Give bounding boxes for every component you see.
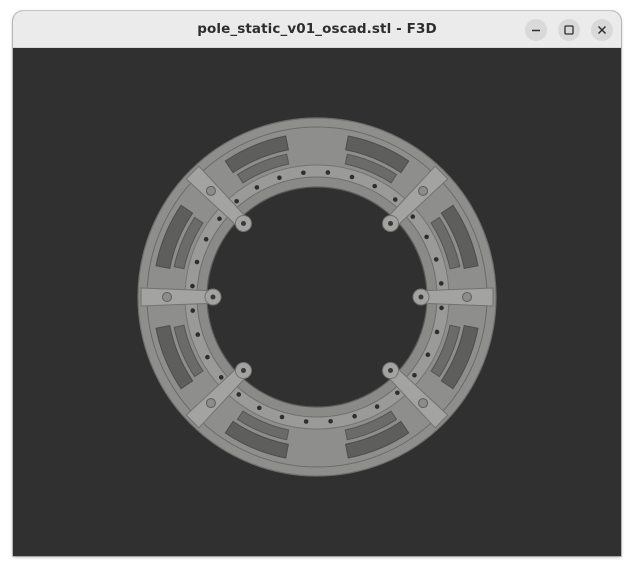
bolt-hole [328,418,333,424]
bolt-hole [325,170,331,175]
tab-hole [240,220,246,226]
tab-boss [162,292,172,302]
title-bar[interactable]: pole_static_v01_oscad.stl - F3D [13,11,621,48]
bolt-hole [195,332,201,337]
bolt-hole [217,216,222,222]
tab-boss [205,185,216,196]
stl-model-render [137,117,497,477]
bolt-hole [352,413,357,419]
app-window: pole_static_v01_oscad.stl - F3D [13,11,621,556]
bolt-hole [234,198,239,204]
bolt-hole [433,257,439,262]
bolt-hole [410,214,416,219]
tab-boss [418,185,429,196]
bolt-hole [349,174,355,180]
bolt-hole [190,308,196,313]
bolt-hole [205,354,210,360]
maximize-icon [564,25,574,35]
bolt-hole [254,185,260,190]
bolt-hole [395,390,400,396]
bolt-hole [236,392,242,397]
bolt-hole [439,305,444,311]
bolt-hole [424,234,429,240]
tab-hole [388,220,394,226]
bolt-hole [256,405,262,411]
bolt-hole [279,414,285,420]
bolt-hole [372,183,378,189]
bolt-hole [190,283,195,289]
bolt-hole [218,375,224,380]
mounting-tab [420,287,494,307]
minimize-icon [532,29,540,32]
tab-boss [462,292,472,302]
close-icon [598,26,606,34]
tab-hole [388,368,394,374]
tab-hole [240,368,246,374]
bolt-hole [374,404,380,409]
maximize-button[interactable] [558,19,580,41]
bolt-hole [438,281,444,286]
tab-hole [418,294,424,300]
tab-boss [205,398,216,409]
bolt-hole [412,372,417,378]
bolt-hole [194,259,200,265]
bolt-hole [425,352,431,358]
mounting-tab [140,287,214,307]
3d-viewport[interactable] [13,48,621,556]
bolt-hole [277,175,282,181]
minimize-button[interactable] [525,19,547,41]
bolt-hole [303,419,309,424]
tab-hole [210,294,216,300]
bolt-hole [203,236,209,242]
tab-boss [418,398,429,409]
bolt-hole [301,170,306,176]
bolt-hole [392,197,398,202]
close-button[interactable] [591,19,613,41]
bolt-hole [434,329,440,335]
